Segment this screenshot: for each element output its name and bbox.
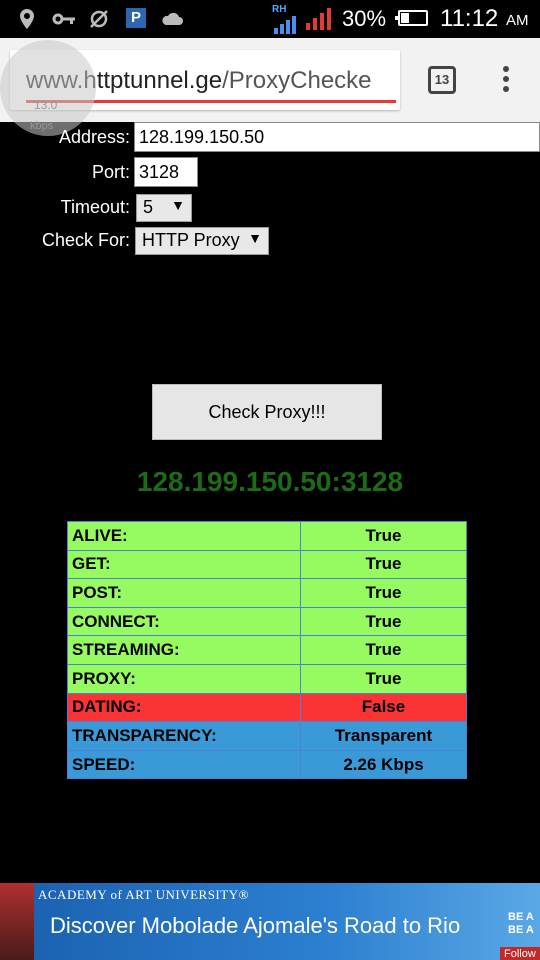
no-sync-icon — [90, 10, 108, 28]
battery-icon — [395, 10, 428, 26]
check-for-select[interactable]: HTTP Proxy ▼ — [135, 227, 269, 255]
ad-brand: ACADEMY of ART UNIVERSITY® — [38, 887, 249, 902]
row-value: True — [300, 549, 467, 580]
speed-meter-value: 13.0 — [34, 98, 58, 112]
row-label: CONNECT: — [67, 606, 301, 637]
table-row: STREAMING: True — [67, 635, 467, 665]
row-value: True — [300, 521, 467, 551]
row-label: POST: — [67, 578, 301, 608]
timeout-value: 5 — [143, 197, 154, 217]
row-label: ALIVE: — [67, 521, 301, 551]
result-title: 128.199.150.50:3128 — [136, 466, 404, 497]
clock-time: 11:12 — [440, 5, 499, 32]
table-row: CONNECT: True — [67, 606, 467, 637]
port-input[interactable] — [134, 157, 198, 187]
table-row: GET: True — [67, 549, 467, 580]
timeout-label: Timeout: — [60, 197, 130, 217]
check-proxy-button[interactable]: Check Proxy!!! — [152, 384, 382, 440]
cloud-icon — [162, 12, 183, 25]
row-value: True — [300, 663, 467, 694]
speed-meter-overlay[interactable]: 13.0 kbps — [0, 40, 96, 136]
url-path: /ProxyChecke — [222, 67, 372, 94]
table-row: TRANSPARENCY: Transparent — [67, 721, 467, 751]
table-row: SPEED: 2.26 Kbps — [67, 749, 467, 780]
ad-headline: Discover Mobolade Ajomale's Road to Rio — [50, 913, 461, 938]
table-row: PROXY: True — [67, 663, 467, 694]
parking-app-icon: P — [126, 8, 146, 28]
address-input[interactable] — [134, 122, 540, 152]
table-row: POST: True — [67, 578, 467, 608]
tab-switcher-button[interactable]: 13 — [428, 66, 456, 94]
ad-banner[interactable]: ACADEMY of ART UNIVERSITY® Discover Mobo… — [0, 883, 540, 960]
row-label: DATING: — [67, 692, 301, 723]
port-label: Port: — [91, 162, 130, 182]
status-bar: P RH 30% 11:12 AM — [0, 0, 540, 38]
row-value: True — [300, 635, 467, 665]
check-for-value: HTTP Proxy — [142, 230, 240, 250]
battery-percent: 30% — [342, 6, 387, 31]
row-label: GET: — [67, 549, 301, 580]
table-row: DATING: False — [67, 692, 467, 723]
row-label: TRANSPARENCY: — [67, 721, 301, 751]
dropdown-arrow-icon: ▼ — [171, 197, 185, 213]
table-row: ALIVE: True — [67, 521, 467, 551]
location-icon — [20, 9, 34, 29]
row-label: SPEED: — [67, 749, 301, 780]
row-label: STREAMING: — [67, 635, 301, 665]
ad-athlete-image — [0, 883, 34, 960]
clock-ampm: AM — [506, 12, 529, 29]
timeout-select[interactable]: 5 ▼ — [136, 194, 192, 222]
row-value: 2.26 Kbps — [300, 749, 467, 780]
row-label: PROXY: — [67, 663, 301, 694]
signal-2-icon — [306, 8, 331, 30]
results-table: ALIVE: True GET: True POST: True CONNECT… — [67, 521, 467, 780]
dropdown-arrow-icon: ▼ — [248, 230, 262, 246]
row-value: True — [300, 606, 467, 637]
row-value: False — [300, 692, 467, 723]
overflow-menu-icon[interactable] — [496, 66, 516, 96]
check-for-label: Check For: — [41, 230, 130, 250]
ad-side-text: BE A BE A — [508, 911, 534, 936]
key-icon — [52, 13, 75, 25]
address-label: Address: — [58, 127, 130, 147]
row-value: True — [300, 578, 467, 608]
ad-follow-button[interactable]: Follow H — [500, 947, 540, 960]
row-value: Transparent — [300, 721, 467, 751]
signal-1-icon — [274, 16, 296, 34]
